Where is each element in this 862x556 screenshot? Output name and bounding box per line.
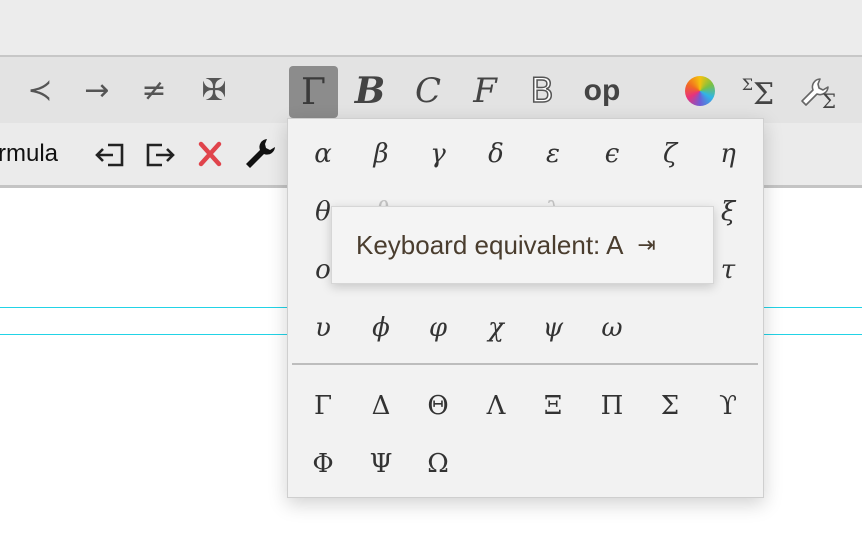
operator-style-button[interactable]: op (578, 65, 626, 117)
greek-chi[interactable]: χ (468, 303, 524, 353)
greek-psi[interactable]: ψ (525, 303, 581, 353)
title-area (0, 0, 862, 55)
greek-capital-upsilon[interactable]: ϒ (700, 381, 756, 431)
color-wheel-icon (685, 76, 715, 106)
sum-icon: Σ (753, 76, 775, 112)
export-formula-button[interactable] (142, 138, 178, 172)
sum-style-button[interactable]: Σ Σ (736, 65, 780, 117)
greek-beta[interactable]: β (353, 129, 409, 179)
color-button[interactable] (682, 71, 718, 111)
greek-capital-delta[interactable]: Δ (353, 381, 409, 431)
greek-phi[interactable]: ϕ (353, 303, 409, 353)
greek-alpha[interactable]: α (295, 129, 351, 179)
greek-capital-phi[interactable]: Φ (295, 439, 351, 489)
greek-capital-sigma[interactable]: Σ (642, 381, 698, 431)
greek-varphi[interactable]: φ (410, 303, 466, 353)
formula-label: rmula (0, 140, 59, 167)
greek-capital-xi[interactable]: Ξ (525, 381, 581, 431)
fraktur-style-button[interactable]: F (463, 65, 507, 117)
not-equal-symbol-button[interactable]: ≠ (134, 65, 174, 115)
arrow-in-icon (95, 143, 124, 167)
greek-capital-theta[interactable]: Θ (410, 381, 466, 431)
greek-eta[interactable]: η (700, 129, 756, 179)
greek-capital-pi[interactable]: Π (584, 381, 640, 431)
greek-lunate-epsilon[interactable]: ϵ (584, 129, 640, 179)
greek-gamma[interactable]: γ (410, 129, 466, 179)
script-style-button[interactable]: C (406, 65, 450, 117)
greek-upsilon[interactable]: υ (295, 303, 351, 353)
palette-separator (292, 363, 758, 365)
insert-formula-button[interactable] (92, 138, 128, 172)
greek-omega[interactable]: ω (584, 303, 640, 353)
greek-capital-omega[interactable]: Ω (410, 439, 466, 489)
tab-key-icon: ⇥ (637, 232, 656, 258)
sum-superscript-icon: Σ (741, 75, 754, 94)
greek-zeta[interactable]: ζ (642, 129, 698, 179)
sum-small-icon: Σ (821, 89, 837, 113)
greek-epsilon[interactable]: ε (525, 129, 581, 179)
formula-settings-button[interactable] (240, 134, 280, 174)
double-struck-style-button[interactable]: B (520, 65, 564, 117)
math-settings-button[interactable]: Σ (794, 67, 840, 117)
greek-capital-lambda[interactable]: Λ (468, 381, 524, 431)
greek-palette: α β γ δ ε ϵ ζ η θ ϑ ι κ λ μ ν ξ ο π ϖ ρ … (287, 118, 764, 498)
greek-delta[interactable]: δ (468, 129, 524, 179)
tooltip-text: Keyboard equivalent: A (356, 229, 624, 260)
maltese-cross-symbol-button[interactable]: ✠ (193, 65, 235, 115)
greek-capital-psi[interactable]: Ψ (353, 439, 409, 489)
bold-style-button[interactable]: B (348, 65, 392, 117)
delete-formula-button[interactable] (193, 136, 227, 172)
wrench-icon (246, 139, 275, 168)
keyboard-equivalent-tooltip: Keyboard equivalent: A ⇥ (331, 206, 714, 284)
precedes-symbol-button[interactable]: ≺ (20, 65, 60, 115)
math-toolbar: ≺ → ≠ ✠ Γ B C F B op Σ Σ Σ (0, 55, 862, 123)
arrow-out-icon (146, 143, 175, 167)
right-arrow-symbol-button[interactable]: → (76, 65, 118, 115)
greek-style-button[interactable]: Γ (289, 66, 338, 118)
greek-capital-gamma[interactable]: Γ (295, 381, 351, 431)
delete-x-icon (198, 141, 222, 167)
